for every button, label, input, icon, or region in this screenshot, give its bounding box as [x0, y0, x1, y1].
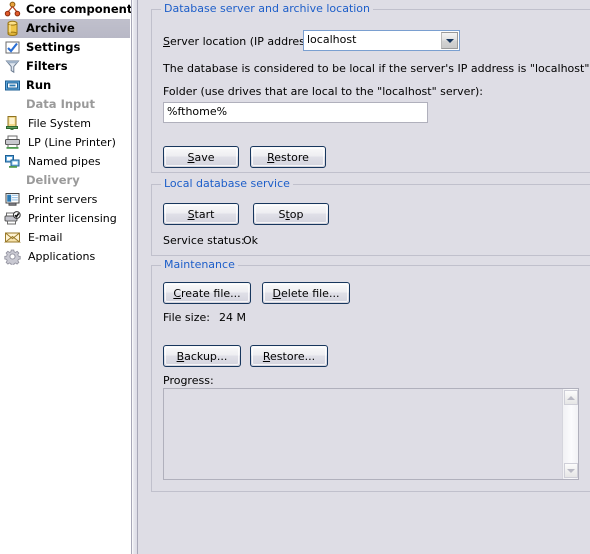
file-size-value: 24 M	[219, 311, 246, 324]
server-location-combobox[interactable]: localhost	[303, 30, 460, 51]
sidebar-item-e-mail[interactable]: E-mail	[0, 228, 131, 247]
sidebar-item-label: Printer licensing	[28, 212, 117, 225]
sidebar-item-applications[interactable]: Applications	[0, 247, 131, 266]
sidebar-item-label: File System	[28, 117, 91, 130]
sidebar-item-label: Run	[26, 78, 52, 92]
sidebar-item-core-components[interactable]: Core components	[0, 0, 131, 19]
sidebar-item-named-pipes[interactable]: Named pipes	[0, 152, 131, 171]
progress-listbox[interactable]	[163, 388, 579, 480]
sidebar-item-label: Settings	[26, 40, 81, 54]
navigation-sidebar: Core components Archive Settings Filters…	[0, 0, 131, 554]
save-button-label: Save	[187, 150, 215, 164]
server-location-label: Server location (IP address):	[163, 35, 319, 48]
scroll-down-icon[interactable]	[564, 463, 578, 478]
application-window: Core components Archive Settings Filters…	[0, 0, 590, 554]
delete-file-button[interactable]: Delete file...	[262, 282, 350, 304]
restore-settings-button-label: Restore	[267, 150, 309, 164]
progress-content	[164, 389, 578, 393]
settings-checkmark-icon	[4, 39, 21, 56]
print-servers-icon	[4, 191, 21, 208]
sidebar-item-print-servers[interactable]: Print servers	[0, 190, 131, 209]
archive-settings-panel: Database server and archive location Ser…	[138, 0, 590, 554]
service-status-label: Service status:	[163, 234, 245, 247]
filter-funnel-icon	[4, 58, 21, 75]
sidebar-item-label: Archive	[26, 21, 75, 35]
progress-scrollbar[interactable]	[562, 389, 578, 479]
start-service-button-label: Start	[187, 207, 215, 221]
database-local-hint: The database is considered to be local i…	[163, 62, 590, 75]
service-group-title: Local database service	[161, 177, 293, 190]
sidebar-group-header-delivery: Delivery	[26, 173, 80, 187]
sidebar-item-label: Core components	[26, 2, 131, 16]
folder-input[interactable]: %fthome%	[163, 102, 428, 123]
folder-label: Folder (use drives that are local to the…	[163, 85, 483, 98]
restore-backup-button[interactable]: Restore...	[250, 345, 328, 367]
sidebar-item-printer-licensing[interactable]: Printer licensing	[0, 209, 131, 228]
sidebar-item-label: Applications	[28, 250, 96, 263]
create-file-button-label: Create file...	[173, 286, 241, 300]
named-pipes-icon	[4, 153, 21, 170]
sidebar-item-lp-line-printer[interactable]: LP (Line Printer)	[0, 133, 131, 152]
stop-service-button-label: Stop	[278, 207, 304, 221]
service-status-value: Ok	[243, 234, 259, 247]
create-file-button[interactable]: Create file...	[163, 282, 251, 304]
email-envelope-icon	[4, 229, 21, 246]
line-printer-icon	[4, 134, 21, 151]
restore-settings-button[interactable]: Restore	[250, 146, 326, 168]
restore-backup-button-label: Restore...	[262, 349, 316, 363]
backup-button[interactable]: Backup...	[163, 345, 241, 367]
save-button[interactable]: Save	[163, 146, 239, 168]
run-icon	[4, 77, 21, 94]
backup-button-label: Backup...	[176, 349, 228, 363]
sidebar-item-archive[interactable]: Archive	[0, 19, 130, 38]
sidebar-item-settings[interactable]: Settings	[0, 38, 131, 57]
archive-database-icon	[4, 20, 21, 37]
file-size-label: File size:	[163, 311, 210, 324]
sidebar-item-label: LP (Line Printer)	[28, 136, 116, 149]
printer-licensing-icon	[4, 210, 21, 227]
sidebar-item-label: E-mail	[28, 231, 63, 244]
sidebar-item-label: Filters	[26, 59, 68, 73]
start-service-button[interactable]: Start	[163, 203, 239, 225]
chevron-down-icon[interactable]	[441, 32, 458, 49]
sidebar-item-run[interactable]: Run	[0, 76, 131, 95]
applications-gear-icon	[4, 248, 21, 265]
maintenance-group-title: Maintenance	[161, 258, 238, 271]
server-location-value: localhost	[307, 33, 357, 46]
scroll-up-icon[interactable]	[564, 390, 578, 405]
sidebar-item-filters[interactable]: Filters	[0, 57, 131, 76]
database-group-title: Database server and archive location	[161, 2, 374, 15]
core-components-icon	[4, 1, 21, 18]
stop-service-button[interactable]: Stop	[253, 203, 329, 225]
file-system-icon	[4, 115, 21, 132]
sidebar-item-label: Print servers	[28, 193, 98, 206]
sidebar-item-label: Named pipes	[28, 155, 101, 168]
delete-file-button-label: Delete file...	[272, 286, 340, 300]
progress-label: Progress:	[163, 374, 214, 387]
sidebar-splitter[interactable]	[131, 0, 138, 554]
sidebar-item-file-system[interactable]: File System	[0, 114, 131, 133]
sidebar-group-header-data-input: Data Input	[26, 97, 95, 111]
